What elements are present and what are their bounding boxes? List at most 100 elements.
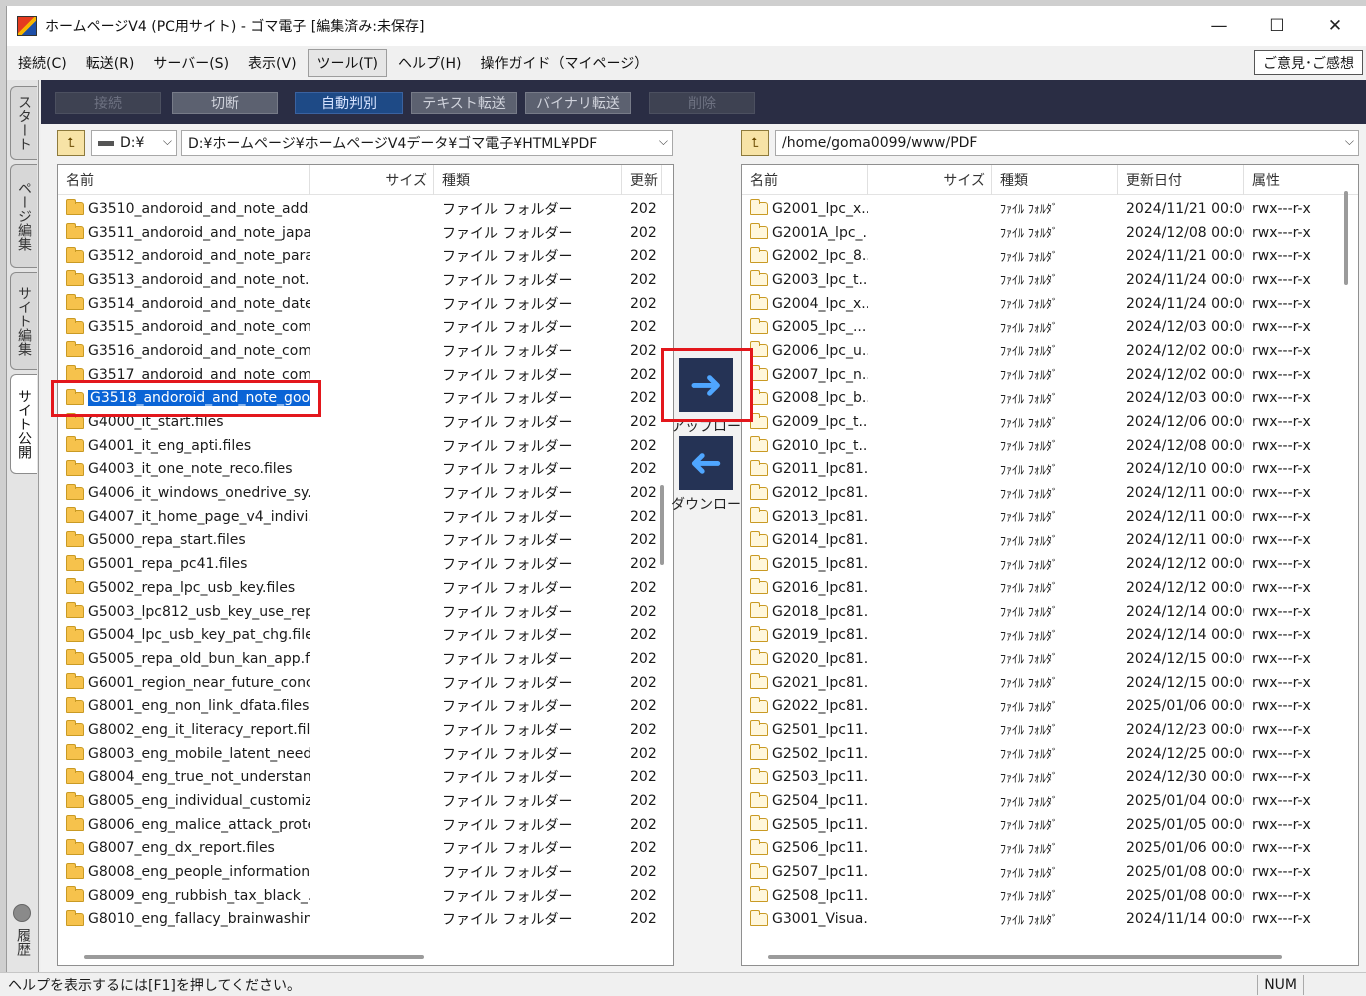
- maximize-button[interactable]: ☐: [1248, 6, 1306, 46]
- col-name[interactable]: 名前: [742, 165, 868, 195]
- table-row[interactable]: G4003_it_one_note_reco.files ファイル フォルダー 20…: [58, 458, 673, 482]
- remote-vertical-scrollbar[interactable]: [1344, 191, 1348, 285]
- table-row[interactable]: G2503_lpc11... ﾌｧｲﾙ ﾌｫﾙﾀﾞ 2024/12/30 00:00…: [742, 766, 1358, 790]
- table-row[interactable]: G2016_lpc81... ﾌｧｲﾙ ﾌｫﾙﾀﾞ 2024/12/12 00:00…: [742, 576, 1358, 600]
- table-row[interactable]: G2005_lpc_... ﾌｧｲﾙ ﾌｫﾙﾀﾞ 2024/12/03 00:00 r…: [742, 315, 1358, 339]
- table-row[interactable]: G8010_eng_fallacy_brainwashin... ファイル フォル…: [58, 908, 673, 932]
- local-up-folder-icon[interactable]: ⮤: [57, 130, 85, 156]
- table-row[interactable]: G2501_lpc11... ﾌｧｲﾙ ﾌｫﾙﾀﾞ 2024/12/23 00:00…: [742, 718, 1358, 742]
- table-row[interactable]: G2012_lpc81... ﾌｧｲﾙ ﾌｫﾙﾀﾞ 2024/12/11 00:00…: [742, 481, 1358, 505]
- table-row[interactable]: G8005_eng_individual_customiz... ファイル フォル…: [58, 789, 673, 813]
- table-row[interactable]: G2505_lpc11... ﾌｧｲﾙ ﾌｫﾙﾀﾞ 2025/01/05 00:00…: [742, 813, 1358, 837]
- table-row[interactable]: G4007_it_home_page_v4_indivi... ファイル フォルダ…: [58, 505, 673, 529]
- table-row[interactable]: G2003_lpc_t... ﾌｧｲﾙ ﾌｫﾙﾀﾞ 2024/11/24 00:00…: [742, 268, 1358, 292]
- table-row[interactable]: G6001_region_near_future_conc... ファイル フォル…: [58, 671, 673, 695]
- col-size[interactable]: サイズ: [310, 165, 434, 195]
- table-row[interactable]: G5000_repa_start.files ファイル フォルダー 202: [58, 529, 673, 553]
- remote-path-select[interactable]: /home/goma0099/www/PDF ⌵: [775, 130, 1359, 156]
- table-row[interactable]: G4006_it_windows_onedrive_sy... ファイル フォルダ…: [58, 481, 673, 505]
- local-file-list[interactable]: 名前 サイズ 種類 更新 G3510_andoroid_and_note_add…: [57, 164, 674, 966]
- table-row[interactable]: G8008_eng_people_information... ファイル フォルダ…: [58, 860, 673, 884]
- table-row[interactable]: G2020_lpc81... ﾌｧｲﾙ ﾌｫﾙﾀﾞ 2024/12/15 00:00…: [742, 647, 1358, 671]
- table-row[interactable]: G2010_lpc_t... ﾌｧｲﾙ ﾌｫﾙﾀﾞ 2024/12/08 00:00…: [742, 434, 1358, 458]
- history-label[interactable]: 履歴: [13, 928, 33, 956]
- menu-connect[interactable]: 接続(C): [10, 50, 75, 76]
- table-row[interactable]: G2502_lpc11... ﾌｧｲﾙ ﾌｫﾙﾀﾞ 2024/12/25 00:00…: [742, 742, 1358, 766]
- remote-horizontal-scrollbar[interactable]: [768, 955, 1282, 959]
- table-row[interactable]: G5005_repa_old_bun_kan_app.fi... ファイル フォル…: [58, 647, 673, 671]
- remote-file-list[interactable]: 名前 サイズ 種類 更新日付 属性 G2001_lpc_x... ﾌｧｲﾙ ﾌｫﾙ…: [741, 164, 1359, 966]
- download-button[interactable]: ➜: [679, 436, 733, 490]
- minimize-button[interactable]: —: [1190, 6, 1248, 46]
- col-size[interactable]: サイズ: [868, 165, 992, 195]
- table-row[interactable]: G2508_lpc11... ﾌｧｲﾙ ﾌｫﾙﾀﾞ 2025/01/08 00:00…: [742, 884, 1358, 908]
- table-row[interactable]: G3513_andoroid_and_note_not... ファイル フォルダー…: [58, 268, 673, 292]
- table-row[interactable]: G2001A_lpc_... ﾌｧｲﾙ ﾌｫﾙﾀﾞ 2024/12/08 00:00…: [742, 221, 1358, 245]
- table-row[interactable]: G2507_lpc11... ﾌｧｲﾙ ﾌｫﾙﾀﾞ 2025/01/08 00:00…: [742, 860, 1358, 884]
- local-horizontal-scrollbar[interactable]: [84, 955, 424, 959]
- table-row[interactable]: G2011_lpc81... ﾌｧｲﾙ ﾌｫﾙﾀﾞ 2024/12/10 00:00…: [742, 458, 1358, 482]
- disconnect-button[interactable]: 切断: [172, 92, 278, 114]
- auto-detect-button[interactable]: 自動判別: [295, 92, 403, 114]
- remote-up-folder-icon[interactable]: ⮤: [741, 130, 769, 156]
- table-row[interactable]: G2022_lpc81... ﾌｧｲﾙ ﾌｫﾙﾀﾞ 2025/01/06 00:00…: [742, 694, 1358, 718]
- connect-button[interactable]: 接続: [55, 92, 161, 114]
- table-row[interactable]: G2506_lpc11... ﾌｧｲﾙ ﾌｫﾙﾀﾞ 2025/01/06 00:00…: [742, 837, 1358, 861]
- table-row[interactable]: G5002_repa_lpc_usb_key.files ファイル フォルダー 20…: [58, 576, 673, 600]
- menu-tools[interactable]: ツール(T): [307, 49, 388, 77]
- table-row[interactable]: G3001_Visua... ﾌｧｲﾙ ﾌｫﾙﾀﾞ 2024/11/14 00:00…: [742, 908, 1358, 932]
- local-vertical-scrollbar[interactable]: [660, 485, 664, 565]
- table-row[interactable]: G2019_lpc81... ﾌｧｲﾙ ﾌｫﾙﾀﾞ 2024/12/14 00:00…: [742, 623, 1358, 647]
- menu-guide[interactable]: 操作ガイド（マイページ）: [472, 50, 656, 76]
- col-modified[interactable]: 更新: [622, 165, 662, 195]
- table-row[interactable]: G2006_lpc_u... ﾌｧｲﾙ ﾌｫﾙﾀﾞ 2024/12/02 00:00…: [742, 339, 1358, 363]
- table-row[interactable]: G8003_eng_mobile_latent_need... ファイル フォルダ…: [58, 742, 673, 766]
- table-row[interactable]: G2015_lpc81... ﾌｧｲﾙ ﾌｫﾙﾀﾞ 2024/12/12 00:00…: [742, 552, 1358, 576]
- table-row[interactable]: G4001_it_eng_apti.files ファイル フォルダー 202: [58, 434, 673, 458]
- table-row[interactable]: G5003_lpc812_usb_key_use_rep... ファイル フォルダ…: [58, 600, 673, 624]
- tab-page-edit[interactable]: ページ編集: [10, 164, 37, 268]
- table-row[interactable]: G2009_lpc_t... ﾌｧｲﾙ ﾌｫﾙﾀﾞ 2024/12/06 00:00…: [742, 410, 1358, 434]
- tab-start[interactable]: スタート: [10, 86, 37, 160]
- menu-server[interactable]: サーバー(S): [145, 50, 237, 76]
- history-icon[interactable]: [13, 904, 31, 922]
- table-row[interactable]: G2018_lpc81... ﾌｧｲﾙ ﾌｫﾙﾀﾞ 2024/12/14 00:00…: [742, 600, 1358, 624]
- col-type[interactable]: 種類: [992, 165, 1118, 195]
- table-row[interactable]: G3512_andoroid_and_note_para... ファイル フォルダ…: [58, 244, 673, 268]
- feedback-button[interactable]: ご意見･ご感想: [1254, 50, 1363, 75]
- table-row[interactable]: G2021_lpc81... ﾌｧｲﾙ ﾌｫﾙﾀﾞ 2024/12/15 00:00…: [742, 671, 1358, 695]
- table-row[interactable]: G8009_eng_rubbish_tax_black_... ファイル フォルダ…: [58, 884, 673, 908]
- delete-button[interactable]: 削除: [649, 92, 755, 114]
- table-row[interactable]: G3511_andoroid_and_note_japa... ファイル フォルダ…: [58, 221, 673, 245]
- col-name[interactable]: 名前: [58, 165, 310, 195]
- table-row[interactable]: G8006_eng_malice_attack_prote... ファイル フォル…: [58, 813, 673, 837]
- text-transfer-button[interactable]: テキスト転送: [411, 92, 517, 114]
- table-row[interactable]: G8001_eng_non_link_dfata.files ファイル フォルダー…: [58, 694, 673, 718]
- table-row[interactable]: G2504_lpc11... ﾌｧｲﾙ ﾌｫﾙﾀﾞ 2025/01/04 00:00…: [742, 789, 1358, 813]
- table-row[interactable]: G2004_lpc_x... ﾌｧｲﾙ ﾌｫﾙﾀﾞ 2024/11/24 00:00…: [742, 292, 1358, 316]
- table-row[interactable]: G3514_andoroid_and_note_date... ファイル フォルダ…: [58, 292, 673, 316]
- drive-select[interactable]: D:¥ ⌵: [91, 130, 177, 156]
- tab-site-publish[interactable]: サイト公開: [10, 374, 37, 474]
- col-modified-date[interactable]: 更新日付: [1118, 165, 1244, 195]
- table-row[interactable]: G2008_lpc_b... ﾌｧｲﾙ ﾌｫﾙﾀﾞ 2024/12/03 00:00…: [742, 387, 1358, 411]
- local-path-select[interactable]: D:¥ホームページ¥ホームページV4データ¥ゴマ電子¥HTML¥PDF ⌵: [181, 130, 673, 156]
- table-row[interactable]: G2002_lpc_8... ﾌｧｲﾙ ﾌｫﾙﾀﾞ 2024/11/21 00:00…: [742, 244, 1358, 268]
- table-row[interactable]: G3516_andoroid_and_note_com... ファイル フォルダー…: [58, 339, 673, 363]
- table-row[interactable]: G3510_andoroid_and_note_add... ファイル フォルダー…: [58, 197, 673, 221]
- binary-transfer-button[interactable]: バイナリ転送: [525, 92, 631, 114]
- menu-transfer[interactable]: 転送(R): [78, 50, 143, 76]
- table-row[interactable]: G2001_lpc_x... ﾌｧｲﾙ ﾌｫﾙﾀﾞ 2024/11/21 00:00…: [742, 197, 1358, 221]
- table-row[interactable]: G3515_andoroid_and_note_com... ファイル フォルダー…: [58, 315, 673, 339]
- table-row[interactable]: G2007_lpc_n... ﾌｧｲﾙ ﾌｫﾙﾀﾞ 2024/12/02 00:00…: [742, 363, 1358, 387]
- table-row[interactable]: G2013_lpc81... ﾌｧｲﾙ ﾌｫﾙﾀﾞ 2024/12/11 00:00…: [742, 505, 1358, 529]
- col-attributes[interactable]: 属性: [1244, 165, 1340, 195]
- table-row[interactable]: G8002_eng_it_literacy_report.files ファイル フ…: [58, 718, 673, 742]
- tab-site-edit[interactable]: サイト編集: [10, 272, 37, 370]
- close-button[interactable]: ✕: [1306, 6, 1364, 46]
- table-row[interactable]: G8007_eng_dx_report.files ファイル フォルダー 202: [58, 837, 673, 861]
- table-row[interactable]: G5004_lpc_usb_key_pat_chg.files ファイル フォルダ…: [58, 623, 673, 647]
- menu-help[interactable]: ヘルプ(H): [390, 50, 469, 76]
- table-row[interactable]: G8004_eng_true_not_understan... ファイル フォルダ…: [58, 766, 673, 790]
- menu-view[interactable]: 表示(V): [240, 50, 305, 76]
